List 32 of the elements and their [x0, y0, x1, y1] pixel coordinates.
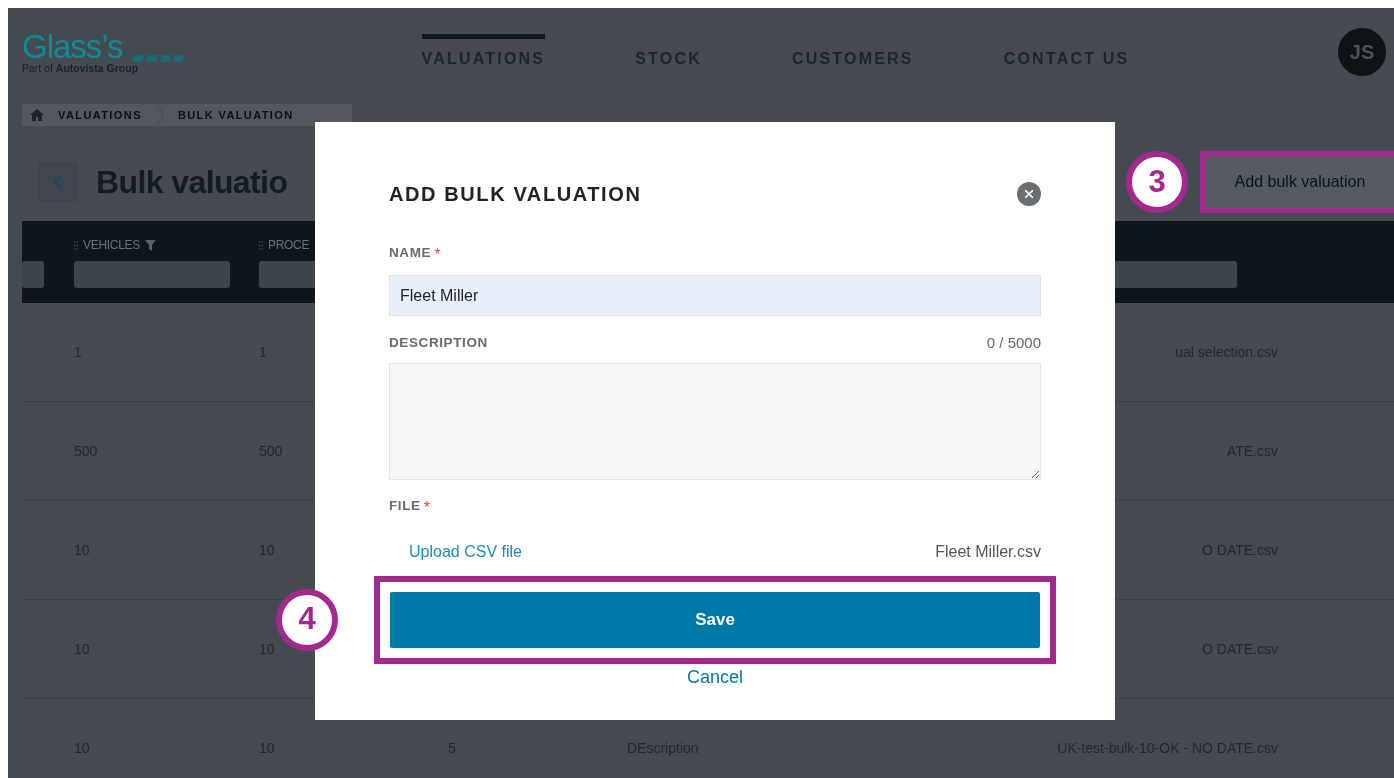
add-bulk-valuation-button[interactable]: Add bulk valuation: [1205, 156, 1394, 208]
drag-handle-icon: [259, 240, 263, 250]
modal-title: ADD BULK VALUATION: [389, 182, 642, 206]
file-name: Fleet Miller.csv: [935, 541, 1041, 562]
column-header[interactable]: VEHICLES: [83, 236, 140, 254]
description-field[interactable]: [389, 362, 1041, 480]
breadcrumb-link[interactable]: VALUATIONS: [44, 106, 156, 124]
required-asterisk: *: [434, 245, 441, 265]
logo-dashes-icon: [130, 52, 185, 63]
logo-wordmark: Glass’s: [22, 29, 123, 63]
save-button[interactable]: Save: [390, 591, 1040, 648]
home-icon[interactable]: [30, 109, 44, 121]
close-icon: [1025, 190, 1033, 198]
close-button[interactable]: [1017, 182, 1041, 206]
cancel-link[interactable]: Cancel: [687, 663, 743, 691]
chevron-left-icon: [54, 175, 62, 189]
callout-number: 4: [276, 588, 338, 651]
column-header[interactable]: PROCE: [268, 236, 310, 254]
field-label: FILE: [389, 496, 421, 515]
upload-csv-link[interactable]: Upload CSV file: [389, 539, 522, 564]
user-avatar[interactable]: JS: [1338, 28, 1386, 76]
breadcrumb-link[interactable]: BULK VALUATION: [163, 106, 308, 124]
field-label: NAME: [389, 244, 432, 262]
filter-icon[interactable]: [144, 239, 156, 251]
name-field[interactable]: Fleet Miller: [389, 275, 1041, 316]
required-asterisk: *: [423, 497, 430, 518]
filter-field[interactable]: [74, 261, 230, 288]
drag-handle-icon: [74, 240, 78, 250]
field-label: DESCRIPTION: [389, 334, 488, 353]
callout-number: 3: [1126, 151, 1188, 213]
filter-field[interactable]: [22, 261, 44, 288]
character-counter: 0 / 5000: [986, 333, 1041, 353]
